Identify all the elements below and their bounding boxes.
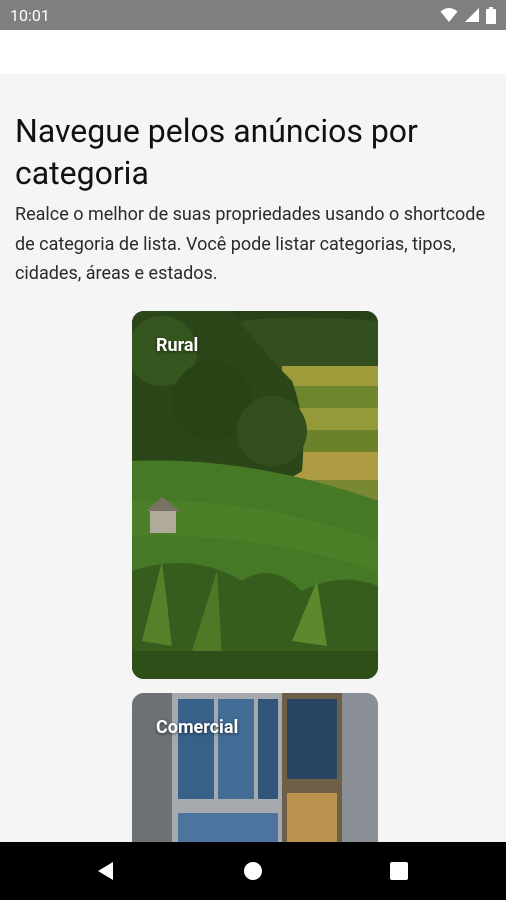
status-icons <box>440 6 496 24</box>
app-top-bar <box>0 30 506 74</box>
back-button[interactable] <box>76 842 136 900</box>
recents-button[interactable] <box>369 842 429 900</box>
category-label-rural: Rural <box>156 335 199 356</box>
back-icon <box>98 862 113 880</box>
page-description: Realce o melhor de suas propriedades usa… <box>15 204 485 284</box>
wifi-icon <box>440 8 458 22</box>
recents-icon <box>390 862 408 880</box>
category-card-comercial[interactable]: Comercial <box>132 693 378 842</box>
battery-icon <box>486 6 496 24</box>
signal-icon <box>465 8 479 22</box>
category-card-rural[interactable]: Rural <box>132 311 378 679</box>
navigation-bar <box>0 842 506 900</box>
home-button[interactable] <box>223 842 283 900</box>
status-bar: 10:01 <box>0 0 506 30</box>
commercial-building-image <box>132 693 378 842</box>
main-content[interactable]: Navegue pelos anúncios por categoria Rea… <box>0 74 506 842</box>
home-icon <box>244 862 262 880</box>
status-time: 10:01 <box>10 5 50 25</box>
rural-landscape-image <box>132 311 378 679</box>
category-label-comercial: Comercial <box>156 717 239 738</box>
page-title: Navegue pelos anúncios por categoria <box>15 112 418 192</box>
